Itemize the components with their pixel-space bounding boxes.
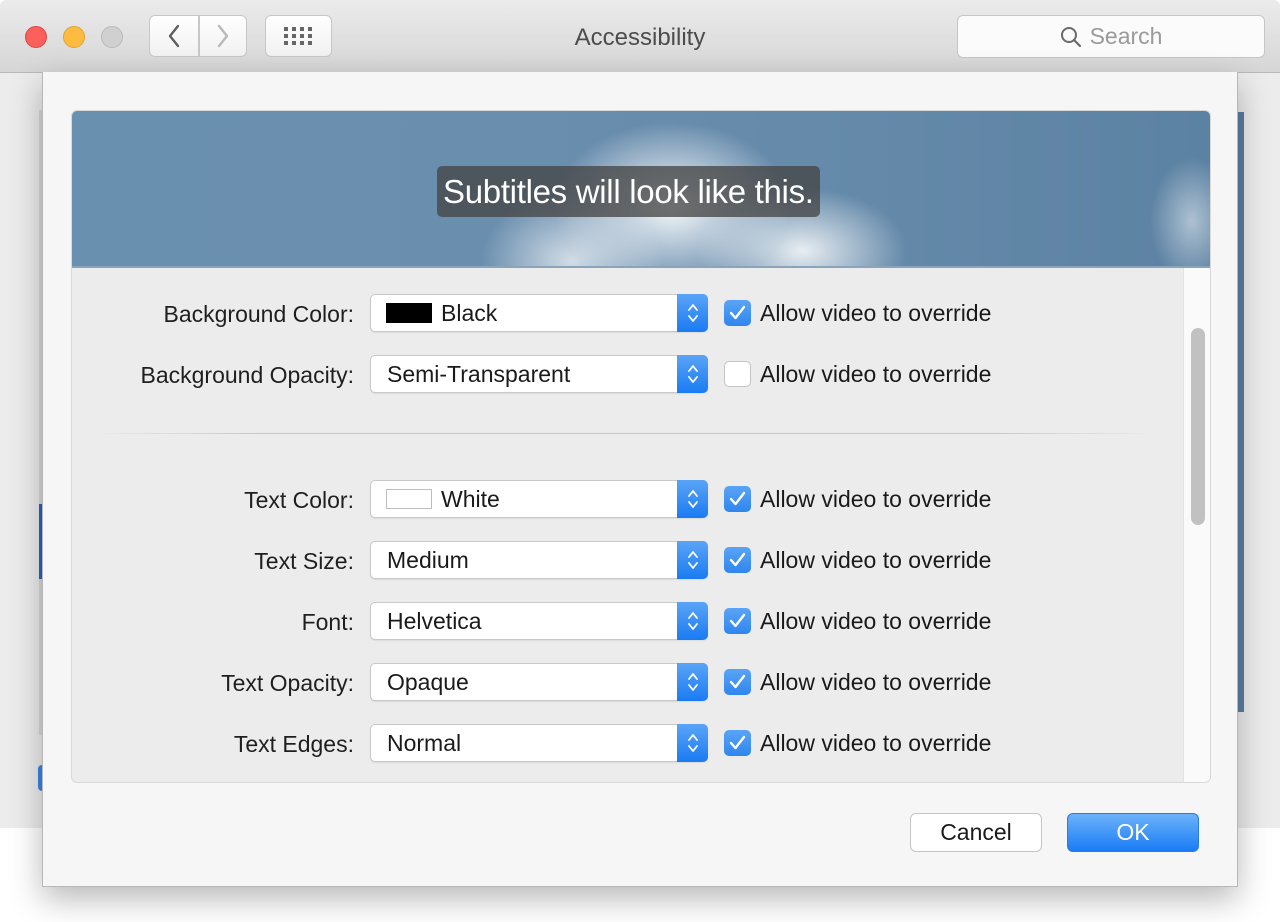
stepper-arrows-icon [677, 602, 708, 640]
stepper-arrows-icon [677, 480, 708, 518]
search-icon [1060, 26, 1081, 47]
scrollbar-thumb[interactable] [1191, 328, 1205, 525]
setting-row-background-color: Background Color: Black Allow video to o… [72, 294, 1172, 332]
subtitle-preview: Subtitles will look like this. [72, 111, 1210, 268]
override-checkbox[interactable] [724, 361, 751, 387]
setting-label: Text Opacity: [221, 670, 354, 696]
text-edges-popup[interactable]: Normal [370, 724, 708, 762]
override-label: Allow video to override [760, 608, 992, 634]
color-swatch [386, 489, 432, 509]
setting-label: Text Size: [254, 548, 354, 574]
setting-label: Background Color: [163, 301, 355, 327]
override-checkbox[interactable] [724, 547, 751, 573]
setting-row-background-opacity: Background Opacity: Semi-Transparent All… [72, 355, 1172, 393]
ok-button[interactable]: OK [1067, 813, 1199, 852]
override-checkbox[interactable] [724, 730, 751, 756]
section-divider [94, 433, 1154, 434]
checkmark-icon [729, 305, 746, 320]
checkmark-icon [729, 735, 746, 750]
override-label: Allow video to override [760, 361, 992, 387]
override-label: Allow video to override [760, 730, 992, 756]
preview-subtitle-text: Subtitles will look like this. [437, 166, 820, 217]
setting-row-font: Font: Helvetica Allow video to override [72, 602, 1172, 640]
checkmark-icon [729, 613, 746, 628]
override-label: Allow video to override [760, 547, 992, 573]
background-opacity-popup[interactable]: Semi-Transparent [370, 355, 708, 393]
stepper-arrows-icon [677, 355, 708, 393]
stepper-arrows-icon [677, 663, 708, 701]
setting-row-text-size: Text Size: Medium Allow video to overrid… [72, 541, 1172, 579]
popup-value: Normal [387, 730, 462, 756]
text-color-popup[interactable]: White [370, 480, 708, 518]
popup-value: Helvetica [387, 608, 482, 634]
override-checkbox[interactable] [724, 300, 751, 326]
text-size-popup[interactable]: Medium [370, 541, 708, 579]
search-placeholder: Search [1089, 23, 1163, 49]
stepper-arrows-icon [677, 724, 708, 762]
setting-label: Font: [301, 609, 354, 635]
override-label: Allow video to override [760, 300, 992, 326]
background-pane-edge-right [1238, 112, 1244, 712]
text-opacity-popup[interactable]: Opaque [370, 663, 708, 701]
checkmark-icon [729, 491, 746, 506]
setting-row-text-opacity: Text Opacity: Opaque Allow video to over… [72, 663, 1172, 701]
setting-label: Text Color: [244, 487, 354, 513]
checkmark-icon [729, 674, 746, 689]
override-label: Allow video to override [760, 669, 992, 695]
override-checkbox[interactable] [724, 486, 751, 512]
override-checkbox[interactable] [724, 669, 751, 695]
color-swatch [386, 303, 432, 323]
stepper-arrows-icon [677, 541, 708, 579]
popup-value: Medium [387, 547, 469, 573]
style-panel: Subtitles will look like this. Backgroun… [71, 110, 1211, 783]
popup-value: Semi-Transparent [387, 361, 571, 387]
setting-label: Background Opacity: [140, 362, 354, 388]
setting-row-text-color: Text Color: White Allow video to overrid… [72, 480, 1172, 518]
cancel-button[interactable]: Cancel [910, 813, 1042, 852]
setting-row-text-edges: Text Edges: Normal Allow video to overri… [72, 724, 1172, 762]
popup-value: White [441, 486, 500, 512]
popup-value: Opaque [387, 669, 469, 695]
font-popup[interactable]: Helvetica [370, 602, 708, 640]
setting-label: Text Edges: [233, 731, 354, 757]
stepper-arrows-icon [677, 294, 708, 332]
checkmark-icon [729, 552, 746, 567]
background-color-popup[interactable]: Black [370, 294, 708, 332]
popup-value: Black [441, 300, 498, 326]
override-label: Allow video to override [760, 486, 992, 512]
scrollbar[interactable] [1183, 268, 1210, 782]
subtitle-style-sheet: Subtitles will look like this. Backgroun… [42, 72, 1238, 887]
override-checkbox[interactable] [724, 608, 751, 634]
search-field[interactable]: Search [957, 15, 1265, 58]
title-bar: Accessibility Search [0, 0, 1280, 73]
